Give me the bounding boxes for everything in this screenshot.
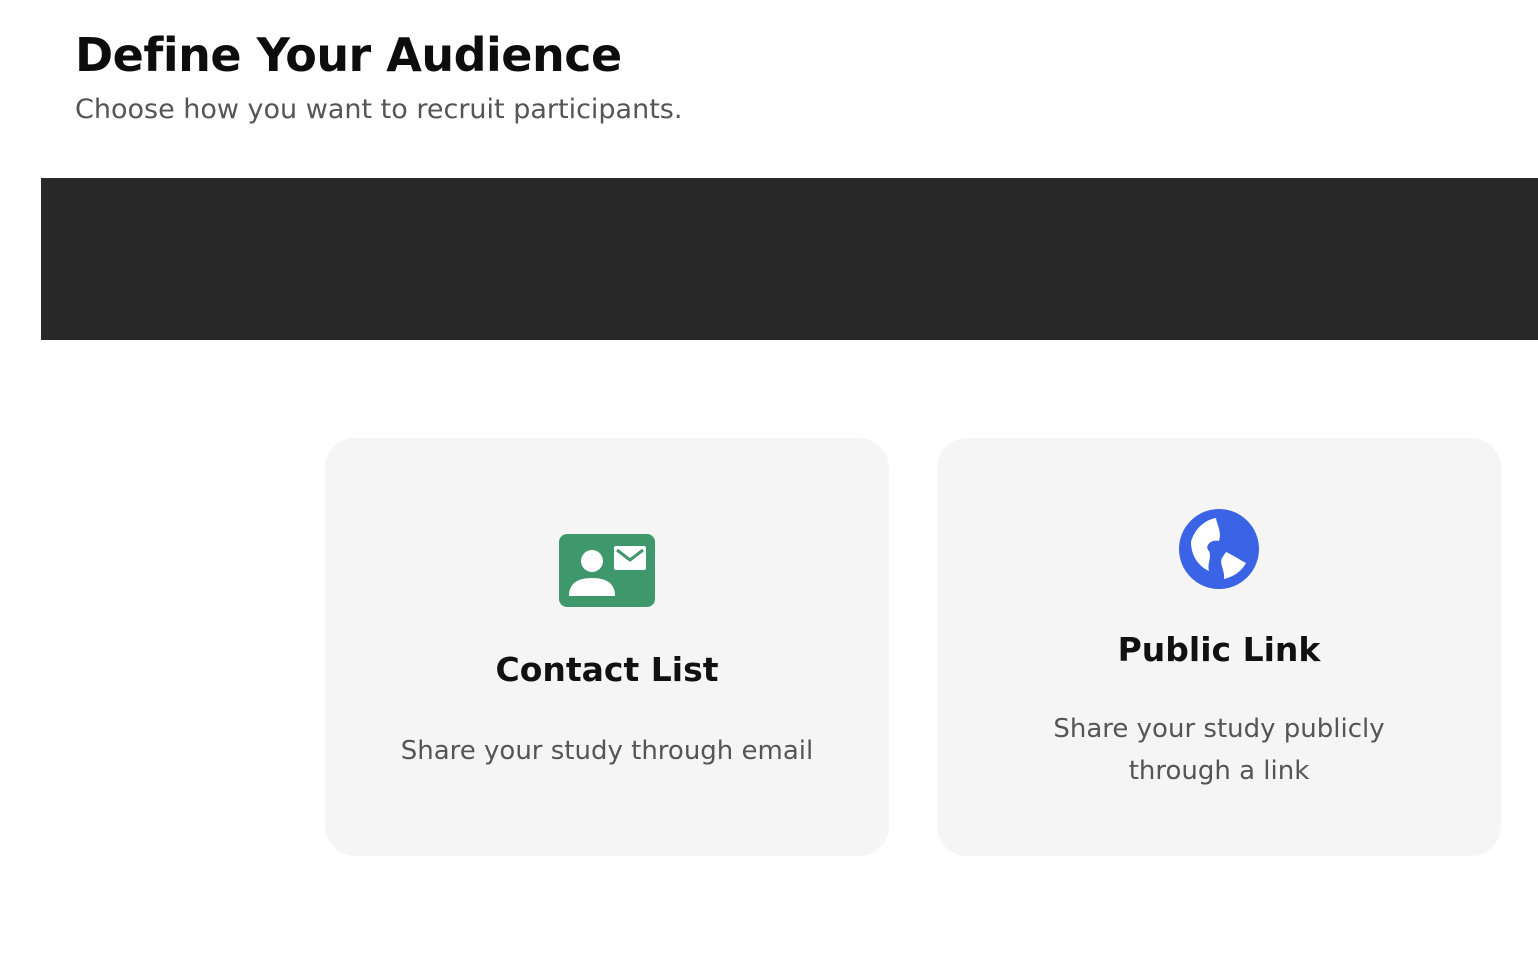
dark-banner [41, 178, 1538, 340]
page-header: Define Your Audience Choose how you want… [75, 24, 682, 128]
page-title: Define Your Audience [75, 28, 622, 82]
page-subtitle: Choose how you want to recruit participa… [75, 94, 683, 125]
public-link-title: Public Link [1117, 630, 1321, 669]
public-link-description: Share your study publicly through a link [1053, 714, 1385, 786]
contact-list-description: Share your study through email [400, 736, 814, 766]
globe-icon [1179, 509, 1259, 589]
contact-list-option-card[interactable]: Contact List Share your study through em… [325, 438, 889, 856]
contact-list-title: Contact List [495, 650, 719, 689]
contact-card-icon [559, 534, 655, 607]
public-link-option-card[interactable]: Public Link Share your study publicly th… [937, 438, 1501, 856]
